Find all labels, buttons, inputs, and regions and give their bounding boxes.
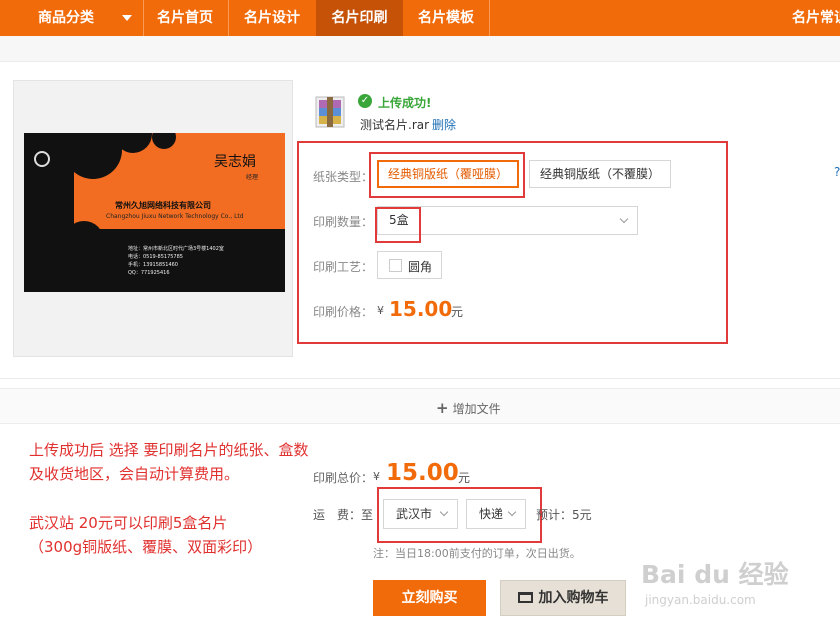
price-currency: ¥ <box>377 304 384 317</box>
sub-strip <box>0 36 840 62</box>
card-company: 常州久旭网络科技有限公司 <box>115 201 211 210</box>
card-title: 经理 <box>246 174 259 181</box>
company-logo-icon <box>34 151 50 167</box>
rounded-checkbox[interactable] <box>389 259 402 272</box>
nav-divider <box>489 0 490 36</box>
nav-item-templates[interactable]: 名片模板 <box>403 0 489 36</box>
card-contact: 地址：常州市新北区时代广场3号楼1402室 电话：0519-85175785 手… <box>128 246 224 276</box>
card-name: 吴志娟 <box>214 154 256 170</box>
price-label: 印刷价格： <box>313 305 374 319</box>
annotation-line-4: （300g铜版纸、覆膜、双面彩印） <box>29 538 263 556</box>
uploaded-file-name: 测试名片.rar <box>360 118 430 132</box>
paper-type-label: 纸张类型： <box>313 170 374 184</box>
cart-icon <box>517 592 533 603</box>
print-price: 15.00 <box>389 297 453 321</box>
annotation-line-1: 上传成功后 选择 要印刷名片的纸张、盒数 <box>29 441 309 459</box>
caret-down-icon <box>122 15 132 21</box>
chevron-down-icon <box>619 214 629 224</box>
page: 商品分类 名片首页 名片设计 名片印刷 名片模板 名片常识 吴志娟 经理 常州久… <box>0 0 840 636</box>
upload-status: 上传成功! <box>378 96 432 110</box>
business-card-image: 吴志娟 经理 常州久旭网络科技有限公司 Changzhou Jiuxu Netw… <box>24 133 285 292</box>
category-menu[interactable]: 商品分类 <box>0 0 143 36</box>
success-check-icon: ✓ <box>358 94 372 108</box>
card-company-en: Changzhou Jiuxu Network Technology Co., … <box>106 213 244 220</box>
total-price: 15.00 <box>386 460 459 486</box>
add-file-button[interactable]: + 增加文件 <box>436 399 501 417</box>
rar-file-icon <box>315 96 345 128</box>
shipping-hint: 注：当日18:00前支付的订单，次日出货。 <box>373 547 581 560</box>
top-nav: 商品分类 名片首页 名片设计 名片印刷 名片模板 名片常识 <box>0 0 840 36</box>
annotation-line-2: 及收货地区，会自动计算费用。 <box>29 465 240 483</box>
category-menu-label: 商品分类 <box>38 10 94 26</box>
add-file-bar: + 增加文件 <box>0 388 840 424</box>
shipping-label: 运 费：至 <box>313 508 374 522</box>
paper-option-matte[interactable]: 经典铜版纸（覆哑膜） <box>377 160 519 188</box>
total-unit: 元 <box>458 471 471 485</box>
nav-item-design[interactable]: 名片设计 <box>228 0 316 36</box>
shipping-highlight-box <box>377 487 542 543</box>
add-to-cart-button[interactable]: 加入购物车 <box>500 580 626 616</box>
nav-item-home[interactable]: 名片首页 <box>143 0 227 36</box>
shipping-estimate: 预计：5元 <box>536 508 592 522</box>
quantity-label: 印刷数量： <box>313 215 374 229</box>
craft-label: 印刷工艺： <box>313 260 374 274</box>
total-currency: ¥ <box>373 470 380 483</box>
nav-item-print[interactable]: 名片印刷 <box>316 0 403 36</box>
paper-option-uncoated[interactable]: 经典铜版纸（不覆膜） <box>529 160 671 188</box>
total-label: 印刷总价： <box>313 471 374 485</box>
price-unit: 元 <box>451 305 464 319</box>
nav-item-knowledge[interactable]: 名片常识 <box>786 0 840 36</box>
quantity-highlight-box <box>375 207 421 243</box>
side-link[interactable]: ? <box>834 165 840 179</box>
card-preview: 吴志娟 经理 常州久旭网络科技有限公司 Changzhou Jiuxu Netw… <box>13 80 293 357</box>
delete-file-link[interactable]: 删除 <box>432 116 456 133</box>
craft-option-rounded[interactable]: 圆角 <box>377 251 442 279</box>
plus-icon: + <box>436 399 449 417</box>
buy-now-button[interactable]: 立刻购买 <box>373 580 486 616</box>
annotation-line-3: 武汉站 20元可以印刷5盒名片 <box>29 514 228 532</box>
